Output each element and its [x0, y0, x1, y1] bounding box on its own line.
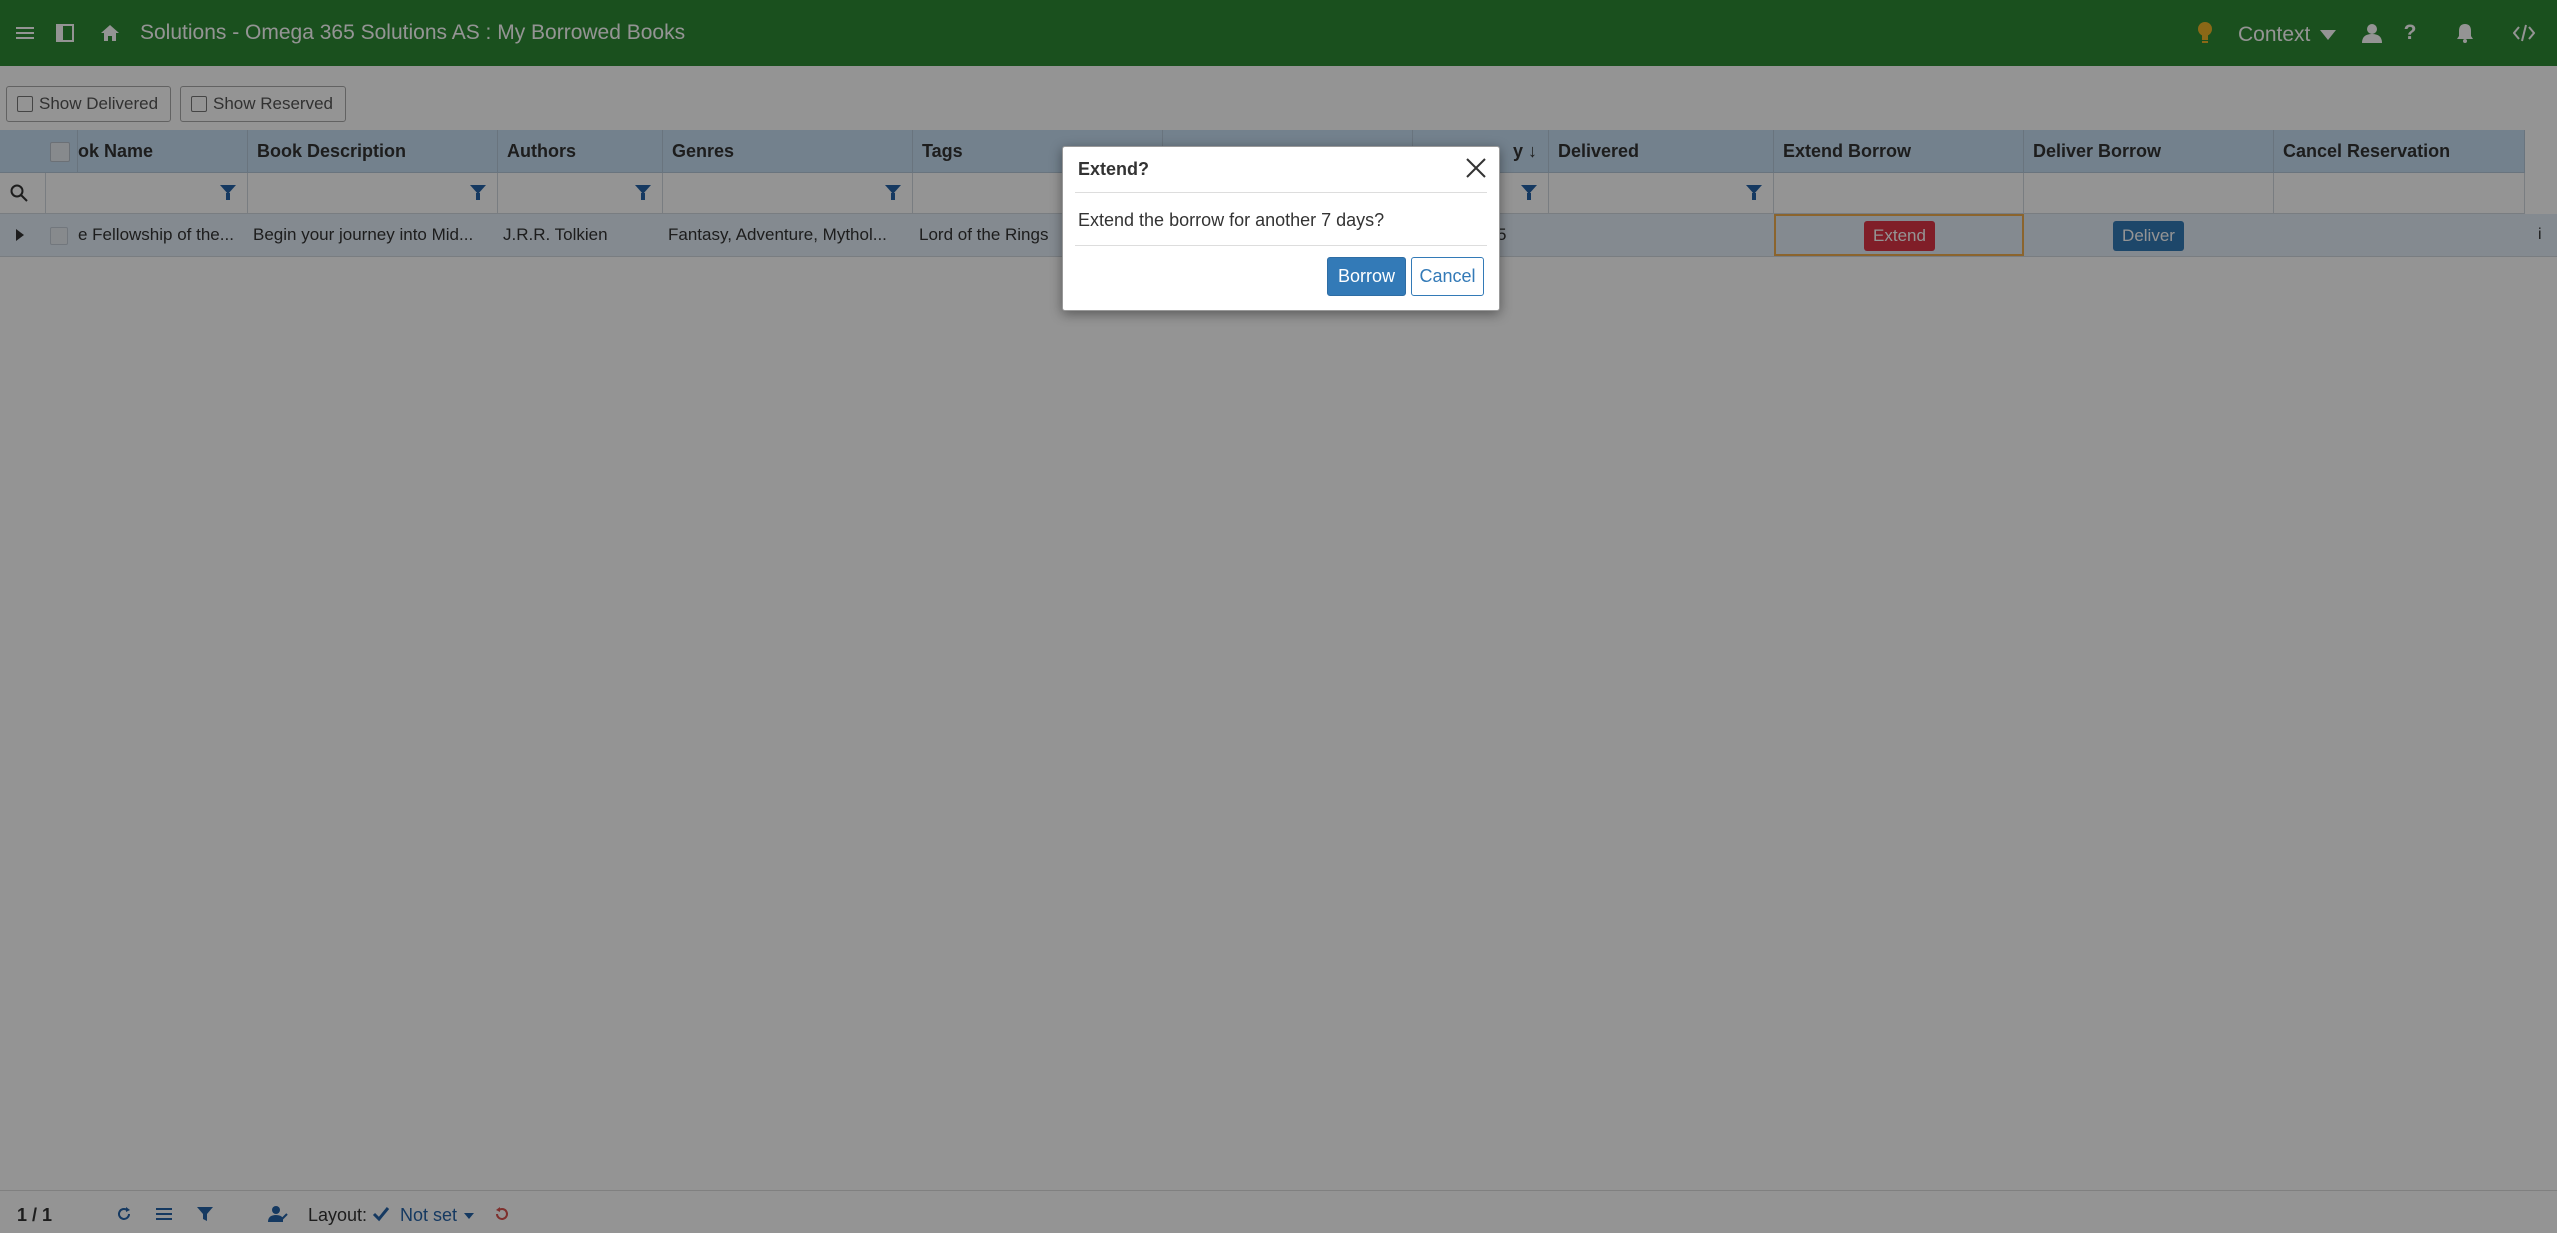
dialog-divider — [1075, 192, 1487, 193]
close-icon[interactable] — [1465, 157, 1487, 179]
dialog-title: Extend? — [1078, 159, 1150, 179]
extend-dialog: Extend? Extend the borrow for another 7 … — [1062, 146, 1500, 311]
borrow-button[interactable]: Borrow — [1327, 257, 1406, 296]
dialog-divider — [1075, 245, 1487, 246]
dialog-message: Extend the borrow for another 7 days? — [1078, 210, 1385, 230]
cancel-button[interactable]: Cancel — [1411, 257, 1484, 296]
